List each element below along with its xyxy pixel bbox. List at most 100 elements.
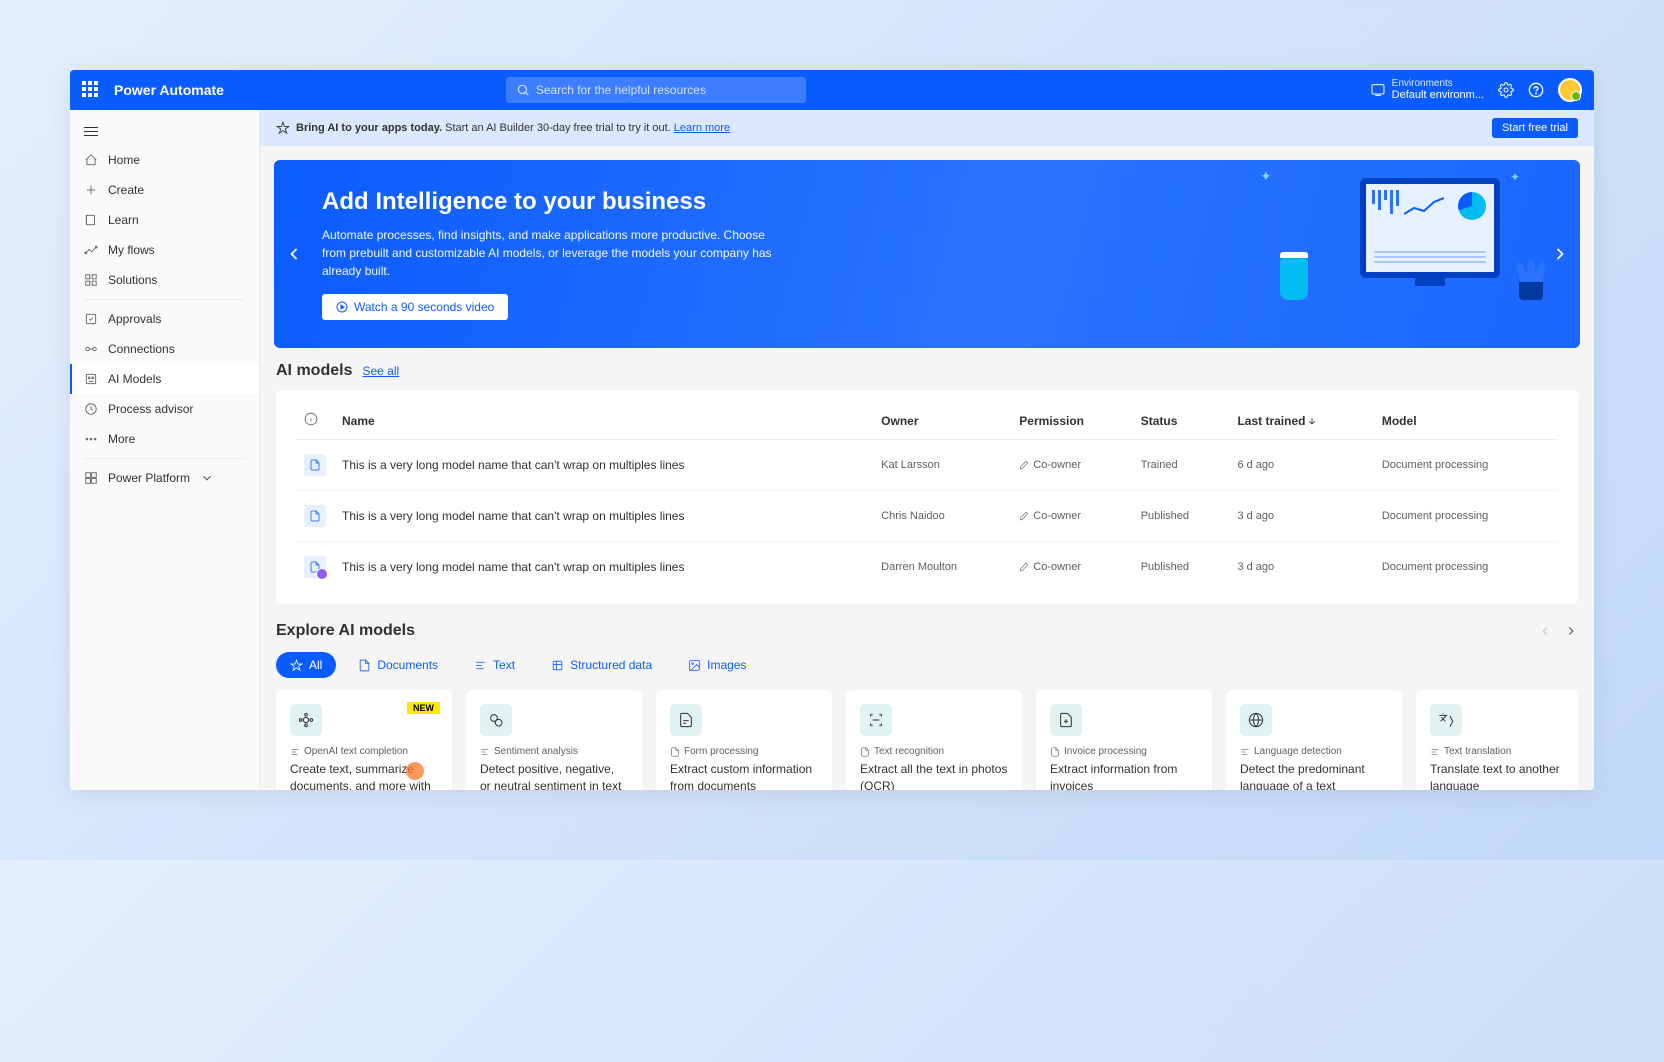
model-permission: Co-owner bbox=[1011, 491, 1132, 542]
document-icon bbox=[304, 454, 326, 476]
model-card[interactable]: Language detection Detect the predominan… bbox=[1226, 690, 1402, 790]
card-category: Form processing bbox=[670, 746, 818, 757]
tab-all[interactable]: All bbox=[276, 652, 336, 678]
sidebar-item-power-platform[interactable]: Power Platform bbox=[70, 463, 259, 493]
col-owner[interactable]: Owner bbox=[873, 402, 1011, 440]
form-icon bbox=[670, 704, 702, 736]
waffle-icon[interactable] bbox=[82, 81, 100, 99]
invoice-icon bbox=[1050, 704, 1082, 736]
model-card[interactable]: Invoice processing Extract information f… bbox=[1036, 690, 1212, 790]
settings-icon[interactable] bbox=[1498, 82, 1514, 98]
card-title: Detect the predominant language of a tex… bbox=[1240, 761, 1388, 790]
explore-next-icon[interactable] bbox=[1564, 624, 1578, 638]
table-row[interactable]: This is a very long model name that can'… bbox=[296, 542, 1558, 593]
col-name[interactable]: Name bbox=[334, 402, 873, 440]
model-card[interactable]: NEW OpenAI text completion Create text, … bbox=[276, 690, 452, 790]
ai-badge-icon bbox=[276, 121, 290, 135]
promo-link[interactable]: Learn more bbox=[674, 122, 730, 134]
model-name: This is a very long model name that can'… bbox=[334, 542, 873, 593]
sidebar-item-home[interactable]: Home bbox=[70, 145, 259, 175]
openai-icon bbox=[290, 704, 322, 736]
hamburger-icon[interactable] bbox=[70, 118, 259, 145]
hero-video-button[interactable]: Watch a 90 seconds video bbox=[322, 294, 508, 320]
sidebar-item-label: Approvals bbox=[108, 312, 161, 326]
model-owner: Chris Naidoo bbox=[873, 491, 1011, 542]
help-icon[interactable] bbox=[1528, 82, 1544, 98]
see-all-link[interactable]: See all bbox=[362, 364, 399, 378]
col-last-trained[interactable]: Last trained bbox=[1229, 402, 1373, 440]
search-input[interactable] bbox=[536, 83, 796, 97]
edit-icon bbox=[1019, 460, 1029, 470]
hero-illustration: ✦✦ bbox=[1280, 170, 1540, 300]
info-icon[interactable] bbox=[304, 412, 318, 426]
model-card[interactable]: Text recognition Extract all the text in… bbox=[846, 690, 1022, 790]
sidebar: Home Create Learn My flows Solutions Approva… bbox=[70, 110, 260, 790]
card-title: Extract all the text in photos (OCR) bbox=[860, 761, 1008, 790]
model-card[interactable]: Form processing Extract custom informati… bbox=[656, 690, 832, 790]
models-table-card: Name Owner Permission Status Last traine… bbox=[276, 390, 1578, 604]
card-category: OpenAI text completion bbox=[290, 746, 438, 757]
col-permission[interactable]: Permission bbox=[1011, 402, 1132, 440]
sidebar-item-connections[interactable]: Connections bbox=[70, 334, 259, 364]
ai-models-title: AI models bbox=[276, 362, 352, 380]
sidebar-item-label: More bbox=[108, 432, 135, 446]
explore-header: Explore AI models bbox=[276, 622, 1578, 640]
col-model[interactable]: Model bbox=[1374, 402, 1558, 440]
play-icon bbox=[336, 301, 348, 313]
sidebar-item-create[interactable]: Create bbox=[70, 175, 259, 205]
sidebar-item-my-flows[interactable]: My flows bbox=[70, 235, 259, 265]
card-category: Invoice processing bbox=[1050, 746, 1198, 757]
connections-icon bbox=[84, 342, 98, 356]
model-trained: 3 d ago bbox=[1229, 542, 1373, 593]
card-category: Sentiment analysis bbox=[480, 746, 628, 757]
sidebar-item-process-advisor[interactable]: Process advisor bbox=[70, 394, 259, 424]
doc-icon bbox=[358, 659, 371, 672]
hero-next-arrow[interactable] bbox=[1550, 244, 1570, 264]
sidebar-item-label: My flows bbox=[108, 243, 155, 257]
sidebar-item-label: Create bbox=[108, 183, 144, 197]
data-icon bbox=[551, 659, 564, 672]
flow-icon bbox=[84, 243, 98, 257]
explore-cards: NEW OpenAI text completion Create text, … bbox=[276, 690, 1578, 790]
tab-text[interactable]: Text bbox=[460, 652, 529, 678]
ocr-icon bbox=[860, 704, 892, 736]
environment-picker[interactable]: EnvironmentsDefault environm... bbox=[1370, 78, 1484, 101]
sidebar-item-solutions[interactable]: Solutions bbox=[70, 265, 259, 295]
tab-structured-data[interactable]: Structured data bbox=[537, 652, 666, 678]
platform-icon bbox=[84, 471, 98, 485]
explore-prev-icon[interactable] bbox=[1538, 624, 1552, 638]
model-status: Trained bbox=[1133, 440, 1230, 491]
card-title: Extract custom information from document… bbox=[670, 761, 818, 790]
document-icon bbox=[304, 505, 326, 527]
ai-icon bbox=[84, 372, 98, 386]
ai-models-header: AI models See all bbox=[276, 362, 1578, 380]
sidebar-item-label: Power Platform bbox=[108, 471, 190, 485]
home-icon bbox=[84, 153, 98, 167]
search-box[interactable] bbox=[506, 77, 806, 103]
sidebar-item-more[interactable]: More bbox=[70, 424, 259, 454]
main-content: Bring AI to your apps today. Start an AI… bbox=[260, 110, 1594, 790]
promo-strong: Bring AI to your apps today. bbox=[296, 122, 442, 134]
model-owner: Kat Larsson bbox=[873, 440, 1011, 491]
col-status[interactable]: Status bbox=[1133, 402, 1230, 440]
user-avatar[interactable] bbox=[1558, 78, 1582, 102]
model-card[interactable]: Text translation Translate text to anoth… bbox=[1416, 690, 1578, 790]
sidebar-item-ai-models[interactable]: AI Models bbox=[70, 364, 259, 394]
trial-button[interactable]: Start free trial bbox=[1492, 118, 1578, 138]
sidebar-item-approvals[interactable]: Approvals bbox=[70, 304, 259, 334]
process-icon bbox=[84, 402, 98, 416]
hero-prev-arrow[interactable] bbox=[284, 244, 304, 264]
model-card[interactable]: Sentiment analysis Detect positive, nega… bbox=[466, 690, 642, 790]
tab-images[interactable]: Images bbox=[674, 652, 760, 678]
tab-documents[interactable]: Documents bbox=[344, 652, 452, 678]
more-icon bbox=[84, 432, 98, 446]
table-row[interactable]: This is a very long model name that can'… bbox=[296, 491, 1558, 542]
sort-down-icon bbox=[1307, 416, 1317, 426]
models-table: Name Owner Permission Status Last traine… bbox=[296, 402, 1558, 592]
sidebar-item-label: AI Models bbox=[108, 372, 161, 386]
table-row[interactable]: This is a very long model name that can'… bbox=[296, 440, 1558, 491]
plus-icon bbox=[84, 183, 98, 197]
model-permission: Co-owner bbox=[1011, 440, 1132, 491]
model-status: Published bbox=[1133, 542, 1230, 593]
sidebar-item-learn[interactable]: Learn bbox=[70, 205, 259, 235]
